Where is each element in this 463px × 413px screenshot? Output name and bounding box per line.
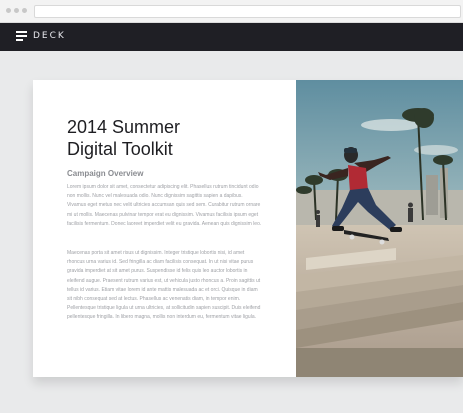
address-bar[interactable] bbox=[34, 5, 461, 18]
hamburger-icon[interactable] bbox=[16, 31, 27, 42]
skateboarder-photo bbox=[296, 80, 463, 377]
slide-card[interactable]: 2014 Summer Digital Toolkit Campaign Ove… bbox=[33, 80, 463, 377]
window-close-dot-icon[interactable] bbox=[6, 8, 11, 13]
app-header: DECK bbox=[0, 23, 463, 51]
slide-stage: 2014 Summer Digital Toolkit Campaign Ove… bbox=[0, 51, 463, 413]
slide-title: 2014 Summer Digital Toolkit bbox=[67, 117, 181, 159]
window-minimize-dot-icon[interactable] bbox=[14, 8, 19, 13]
body-paragraph: Maecenas porta sit amet risus ut digniss… bbox=[67, 250, 261, 321]
window-zoom-dot-icon[interactable] bbox=[22, 8, 27, 13]
body-paragraph: Lorem ipsum dolor sit amet, consectetur … bbox=[67, 184, 262, 227]
slide-subtitle: Campaign Overview bbox=[67, 169, 144, 178]
browser-chrome bbox=[0, 0, 463, 23]
browser-window: DECK 2014 Summer Digital Toolkit Campaig… bbox=[0, 0, 463, 413]
app-brand: DECK bbox=[33, 31, 66, 41]
